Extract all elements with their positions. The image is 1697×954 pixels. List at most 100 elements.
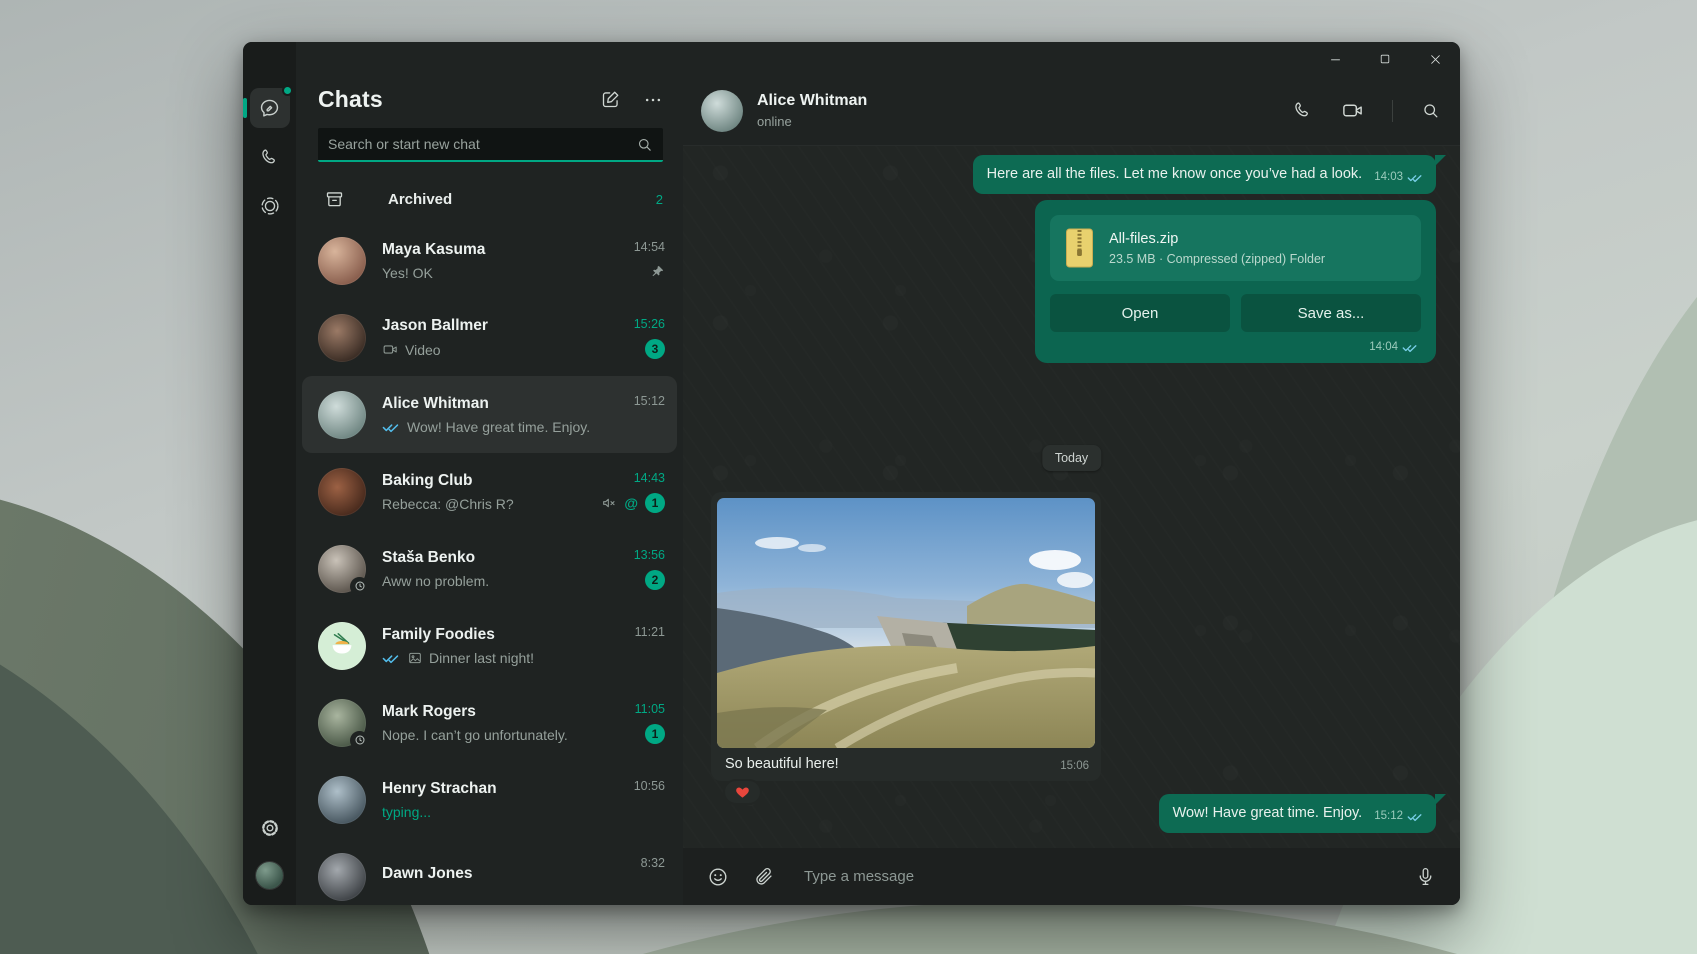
chat-list-item-selected[interactable]: Alice Whitman Wow! Have great time. Enjo…	[302, 376, 677, 453]
video-call-button[interactable]	[1341, 99, 1364, 122]
chat-preview: Video	[405, 342, 441, 358]
contact-avatar[interactable]	[701, 90, 743, 132]
chats-unread-dot	[282, 85, 293, 96]
gear-icon	[259, 817, 281, 839]
avatar	[318, 622, 366, 670]
chat-list-item[interactable]: Jason Ballmer Video 15:26 3	[302, 299, 677, 376]
chat-list-item[interactable]: Baking Club Rebecca: @Chris R? 14:43 @ 1	[302, 453, 677, 530]
chat-name: Henry Strachan	[382, 780, 626, 798]
read-double-check-icon	[1407, 811, 1424, 822]
chat-name: Staša Benko	[382, 549, 626, 567]
chat-header: Alice Whitman online	[683, 76, 1460, 146]
emoji-button[interactable]	[707, 866, 729, 888]
nav-chats-button[interactable]	[250, 88, 290, 128]
search-input[interactable]	[328, 136, 636, 152]
chat-name: Jason Ballmer	[382, 317, 626, 335]
chat-time: 13:56	[634, 548, 665, 562]
close-button[interactable]	[1410, 42, 1460, 76]
date-divider: Today	[1042, 445, 1101, 471]
video-camera-icon	[382, 341, 399, 358]
new-chat-button[interactable]	[600, 89, 621, 110]
bubble-tail	[1435, 155, 1446, 166]
chat-preview: Aww no problem.	[382, 573, 489, 589]
save-as-button[interactable]: Save as...	[1241, 294, 1421, 332]
avatar	[318, 699, 366, 747]
avatar	[318, 776, 366, 824]
file-attachment-message: All-files.zip 23.5 MB · Compressed (zipp…	[1035, 200, 1436, 363]
chat-name: Family Foodies	[382, 626, 627, 644]
message-time: 15:12	[1374, 806, 1403, 827]
voice-call-button[interactable]	[1292, 100, 1313, 121]
contact-name: Alice Whitman	[757, 92, 867, 110]
chat-list-item[interactable]: Family Foodies Dinner last night! 11:21	[302, 607, 677, 684]
avatar	[318, 545, 366, 593]
landscape-photo	[717, 498, 1095, 748]
chat-name: Baking Club	[382, 472, 593, 490]
more-options-icon	[643, 90, 663, 110]
unread-badge: 2	[645, 570, 665, 590]
archive-icon	[324, 189, 372, 210]
heart-icon	[735, 785, 750, 799]
image-icon	[407, 650, 423, 666]
header-divider	[1392, 100, 1393, 122]
chat-list-item[interactable]: Henry Strachan typing... 10:56	[302, 761, 677, 838]
bubble-tail	[1435, 794, 1446, 805]
photo-thumbnail[interactable]	[717, 498, 1095, 748]
chat-bubble-icon	[258, 97, 281, 120]
message-area: Here are all the files. Let me know once…	[683, 146, 1460, 848]
whatsapp-window: Chats	[243, 42, 1460, 905]
noodle-bowl-icon	[327, 631, 357, 661]
profile-avatar[interactable]	[256, 862, 283, 889]
chat-list-item[interactable]: Mark Rogers Nope. I can’t go unfortunate…	[302, 684, 677, 761]
message-composer	[683, 848, 1460, 905]
sidebar-header: Chats	[296, 42, 683, 113]
disappearing-timer-icon	[350, 577, 369, 596]
message-input[interactable]	[804, 868, 1391, 885]
nav-status-button[interactable]	[250, 186, 290, 226]
open-file-button[interactable]: Open	[1050, 294, 1230, 332]
menu-button[interactable]	[643, 90, 663, 110]
chat-preview: Nope. I can’t go unfortunately.	[382, 727, 568, 743]
chat-list-item[interactable]: Maya Kasuma Yes! OK 14:54	[302, 222, 677, 299]
chat-preview: Wow! Have great time. Enjoy.	[407, 419, 590, 435]
read-double-check-icon	[1402, 342, 1419, 353]
heart-reaction[interactable]	[723, 779, 762, 805]
message-time: 14:04	[1369, 341, 1398, 353]
maximize-button[interactable]	[1360, 42, 1410, 76]
chat-preview: Rebecca: @Chris R?	[382, 496, 514, 512]
chat-time: 14:54	[634, 240, 665, 254]
nav-calls-button[interactable]	[250, 137, 290, 177]
chat-name: Mark Rogers	[382, 703, 627, 721]
archived-count: 2	[656, 192, 663, 207]
microphone-button[interactable]	[1415, 866, 1436, 887]
read-double-check-icon	[1407, 172, 1424, 183]
chat-time: 10:56	[634, 779, 665, 793]
read-double-check-icon	[382, 421, 401, 433]
incoming-photo-message: So beautiful here! 15:06	[711, 492, 1101, 781]
typing-indicator: typing...	[382, 804, 431, 820]
search-bar	[318, 128, 663, 162]
avatar	[318, 468, 366, 516]
window-titlebar	[683, 42, 1460, 76]
chat-time: 8:32	[641, 856, 665, 870]
chat-list-item[interactable]: Dawn Jones 8:32	[302, 838, 677, 905]
attach-button[interactable]	[753, 866, 774, 887]
presence-status: online	[757, 114, 867, 129]
minimize-button[interactable]	[1310, 42, 1360, 76]
message-text: Wow! Have great time. Enjoy.	[1173, 803, 1363, 824]
chat-name: Dawn Jones	[382, 865, 633, 883]
chat-time: 11:21	[635, 625, 665, 639]
chat-list: Archived 2 Maya Kasuma Yes! OK 14:54	[296, 176, 683, 905]
search-icon[interactable]	[636, 136, 653, 153]
photo-caption: So beautiful here!	[725, 756, 839, 772]
zip-file-icon	[1064, 228, 1095, 268]
file-row[interactable]: All-files.zip 23.5 MB · Compressed (zipp…	[1050, 215, 1421, 281]
outgoing-message: Wow! Have great time. Enjoy. 15:12	[1159, 794, 1436, 833]
chat-list-item[interactable]: Staša Benko Aww no problem. 13:56 2	[302, 530, 677, 607]
message-time: 15:06	[1060, 760, 1089, 772]
muted-icon	[601, 495, 617, 511]
settings-button[interactable]	[250, 808, 290, 848]
active-tab-indicator	[243, 98, 247, 118]
archived-row[interactable]: Archived 2	[302, 176, 677, 222]
conversation-search-button[interactable]	[1421, 101, 1440, 120]
